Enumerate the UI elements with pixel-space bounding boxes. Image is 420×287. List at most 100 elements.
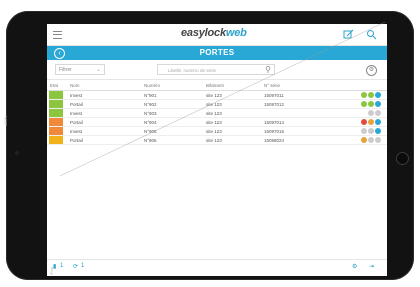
filter-bar: Filtrer ⌄ Libellé, numéro de série ⚲ ⚙ [47,61,387,80]
status-dots-cell [321,117,387,127]
table-row[interactable]: Portail N°904 site 123 15097014 [47,117,387,127]
status-dot[interactable] [375,137,381,143]
search-input[interactable]: Libellé, numéro de série ⚲ [157,64,275,75]
menu-icon[interactable] [53,31,62,39]
status-dot[interactable] [375,101,381,107]
column-header-serie[interactable]: N° série [261,81,321,91]
column-header-batiment[interactable]: Bâtiment [203,81,261,91]
search-field-icon: ⚲ [265,65,271,74]
column-header-nom[interactable]: Nom [67,81,141,91]
table-row[interactable]: Invest N°901 site 123 15097011 [47,90,387,100]
column-header-status [321,81,387,91]
doors-table: Etat Nom Numéro Bâtiment N° série Invest… [47,81,387,145]
status-dots-cell [321,90,387,100]
number-cell: N°901 [141,90,203,100]
bottom-bar: ▮ 1 ⟳ 1 ⚙ ⇥ [47,259,387,276]
status-dot[interactable] [375,110,381,116]
status-dot[interactable] [361,92,367,98]
name-cell: Portail [67,135,141,145]
home-button[interactable] [396,152,409,165]
state-cell [47,99,67,109]
state-indicator [49,91,63,99]
state-cell [47,126,67,136]
state-cell [47,135,67,145]
building-cell: site 123 [203,126,261,136]
status-dot[interactable] [375,128,381,134]
status-dot[interactable] [368,128,374,134]
number-cell: N°904 [141,117,203,127]
search-placeholder: Libellé, numéro de série [168,68,217,73]
status-dot[interactable] [368,110,374,116]
state-indicator [49,136,63,144]
serial-cell: 15097015 [261,126,321,136]
number-cell: N°905 [141,126,203,136]
settings-icon[interactable]: ⚙ [366,65,377,76]
table-header-row: Etat Nom Numéro Bâtiment N° série [47,81,387,91]
top-bar: easylockweb [47,24,387,46]
building-cell: site 123 [203,135,261,145]
serial-cell: 15097012 [261,99,321,109]
app-logo: easylockweb [181,27,247,39]
status-dot[interactable] [368,137,374,143]
state-cell [47,117,67,127]
search-icon[interactable] [366,29,377,40]
status-dot[interactable] [375,119,381,125]
logo-text: easylock [181,27,226,39]
page-title: PORTES [199,48,235,57]
table-row[interactable]: Invest N°903 site 123 [47,108,387,118]
building-cell: site 123 [203,108,261,118]
logo-accent-text: web [225,27,247,39]
state-indicator [49,100,63,108]
number-cell: N°906 [141,135,203,145]
settings-gear-icon[interactable]: ⚙ [352,263,357,270]
name-cell: Portail [67,117,141,127]
number-cell: N°902 [141,99,203,109]
table-row[interactable]: Invest N°905 site 123 15097015 [47,126,387,136]
device-label: iPad [49,266,54,275]
status-dots-cell [321,135,387,145]
status-dot[interactable] [361,101,367,107]
serial-cell: 15098024 [261,135,321,145]
status-dot[interactable] [368,92,374,98]
table-row[interactable]: Portail N°906 site 123 15098024 [47,135,387,145]
title-bar: ‹ PORTES [47,46,387,60]
table-row[interactable]: Portail N°902 site 123 15097012 [47,99,387,109]
serial-cell [261,108,321,118]
name-cell: Portail [67,99,141,109]
status-dot[interactable] [375,92,381,98]
filter-value: Filtrer [59,67,72,73]
edit-icon[interactable] [343,29,354,40]
status-dot[interactable] [368,101,374,107]
sync-count: 1 [81,263,85,269]
serial-cell: 15097011 [261,90,321,100]
building-cell: site 123 [203,90,261,100]
name-cell: Invest [67,108,141,118]
column-header-numero[interactable]: Numéro [141,81,203,91]
column-header-etat[interactable]: Etat [47,81,67,91]
number-cell: N°903 [141,108,203,118]
logout-icon[interactable]: ⇥ [369,263,374,270]
status-dot[interactable] [368,119,374,125]
status-dots-cell [321,126,387,136]
status-dot[interactable] [361,137,367,143]
status-dot[interactable] [361,119,367,125]
status-dots-cell [321,99,387,109]
state-cell [47,90,67,100]
name-cell: Invest [67,126,141,136]
side-label: 100% [3,115,8,126]
app-screen: easylockweb ‹ PORTES Filtrer ⌄ Libellé, … [47,24,387,276]
state-indicator [49,127,63,135]
chevron-down-icon: ⌄ [95,67,101,73]
building-cell: site 123 [203,99,261,109]
status-dots-cell [321,108,387,118]
name-cell: Invest [67,90,141,100]
status-dot[interactable] [361,128,367,134]
serial-cell: 15097014 [261,117,321,127]
state-cell [47,108,67,118]
state-indicator [49,109,63,117]
sync-icon[interactable]: ⟳ [73,263,78,270]
filter-select[interactable]: Filtrer ⌄ [55,64,105,75]
state-indicator [49,118,63,126]
building-cell: site 123 [203,117,261,127]
battery-count: 1 [60,263,64,269]
